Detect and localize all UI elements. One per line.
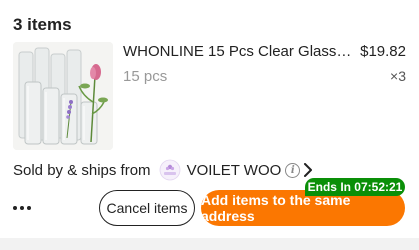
dot: [20, 206, 24, 210]
product-quantity: ×3: [390, 68, 406, 84]
product-title[interactable]: WHONLINE 15 Pcs Clear Glass Cy...: [123, 43, 355, 60]
product-price: $19.82: [360, 43, 406, 60]
chevron-right-icon[interactable]: [303, 163, 313, 177]
seller-prefix: Sold by & ships from: [13, 161, 151, 179]
items-count-heading: 3 items: [13, 15, 72, 34]
product-variant: 15 pcs: [123, 68, 168, 85]
store-name[interactable]: VOILET WOO: [187, 162, 282, 179]
voilet-store-logo-icon: [159, 159, 181, 181]
dot: [27, 206, 31, 210]
section-divider: [0, 238, 419, 250]
info-icon[interactable]: i: [285, 162, 301, 178]
dot: [13, 206, 17, 210]
countdown-timer-badge: Ends In 07:52:21: [305, 178, 405, 196]
glass-vases-illustration: [13, 42, 113, 150]
product-image[interactable]: [13, 42, 113, 150]
more-dots-icon[interactable]: [9, 198, 35, 218]
order-items-section: 3 items WHONLINE 15 Pcs Clear Glass Cy..…: [0, 0, 419, 250]
seller-row[interactable]: Sold by & ships from VOILET WOO i: [13, 159, 313, 181]
cancel-items-button[interactable]: Cancel items: [99, 190, 195, 226]
